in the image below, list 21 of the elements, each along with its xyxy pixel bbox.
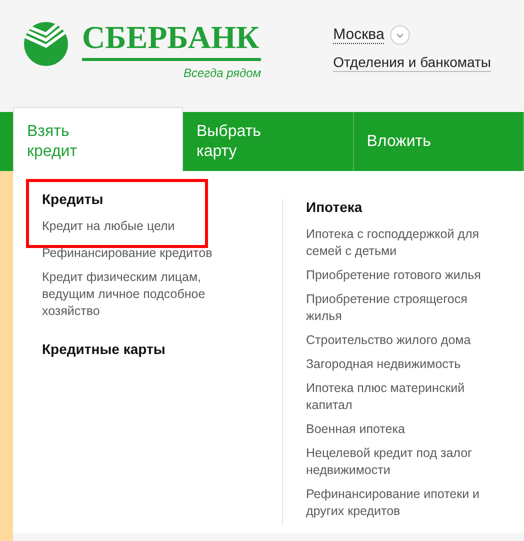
logo-icon [22,20,70,66]
menu-link[interactable]: Строительство жилого дома [306,332,496,349]
menu-link[interactable]: Ипотека плюс материнский капитал [306,380,496,414]
menu-link[interactable]: Военная ипотека [306,421,496,438]
logo-wordmark: СБЕРБАНК [82,18,260,57]
menu-link[interactable]: Загородная недвижимость [306,356,496,373]
menu-heading[interactable]: Кредитные карты [42,341,282,357]
city-link[interactable]: Москва [333,26,384,44]
menu-link[interactable]: Рефинансирование ипотеки и других кредитов [306,486,496,520]
menu-link[interactable]: Приобретение готового жилья [306,267,496,284]
menu-heading[interactable]: Ипотека [306,199,506,215]
menu-link[interactable]: Кредит физическим лицам, ведущим личное подсобное хозяйство [42,269,238,320]
menu-link[interactable]: Нецелевой кредит под залог недвижимости [306,445,496,479]
menu-link[interactable]: Ипотека с господдержкой для семей с детьми [306,226,496,260]
branches-link[interactable]: Отделения и банкоматы [333,54,491,72]
menu-link[interactable]: Рефинансирование кредитов [42,245,238,262]
menu-link[interactable]: Кредит на любые цели [42,218,238,235]
dropdown-caret-icon[interactable] [390,25,410,45]
menu-link[interactable]: Приобретение строящегося жилья [306,291,496,325]
menu-heading[interactable]: Кредиты [42,191,192,207]
logo-tagline: Всегда рядом [184,66,262,80]
